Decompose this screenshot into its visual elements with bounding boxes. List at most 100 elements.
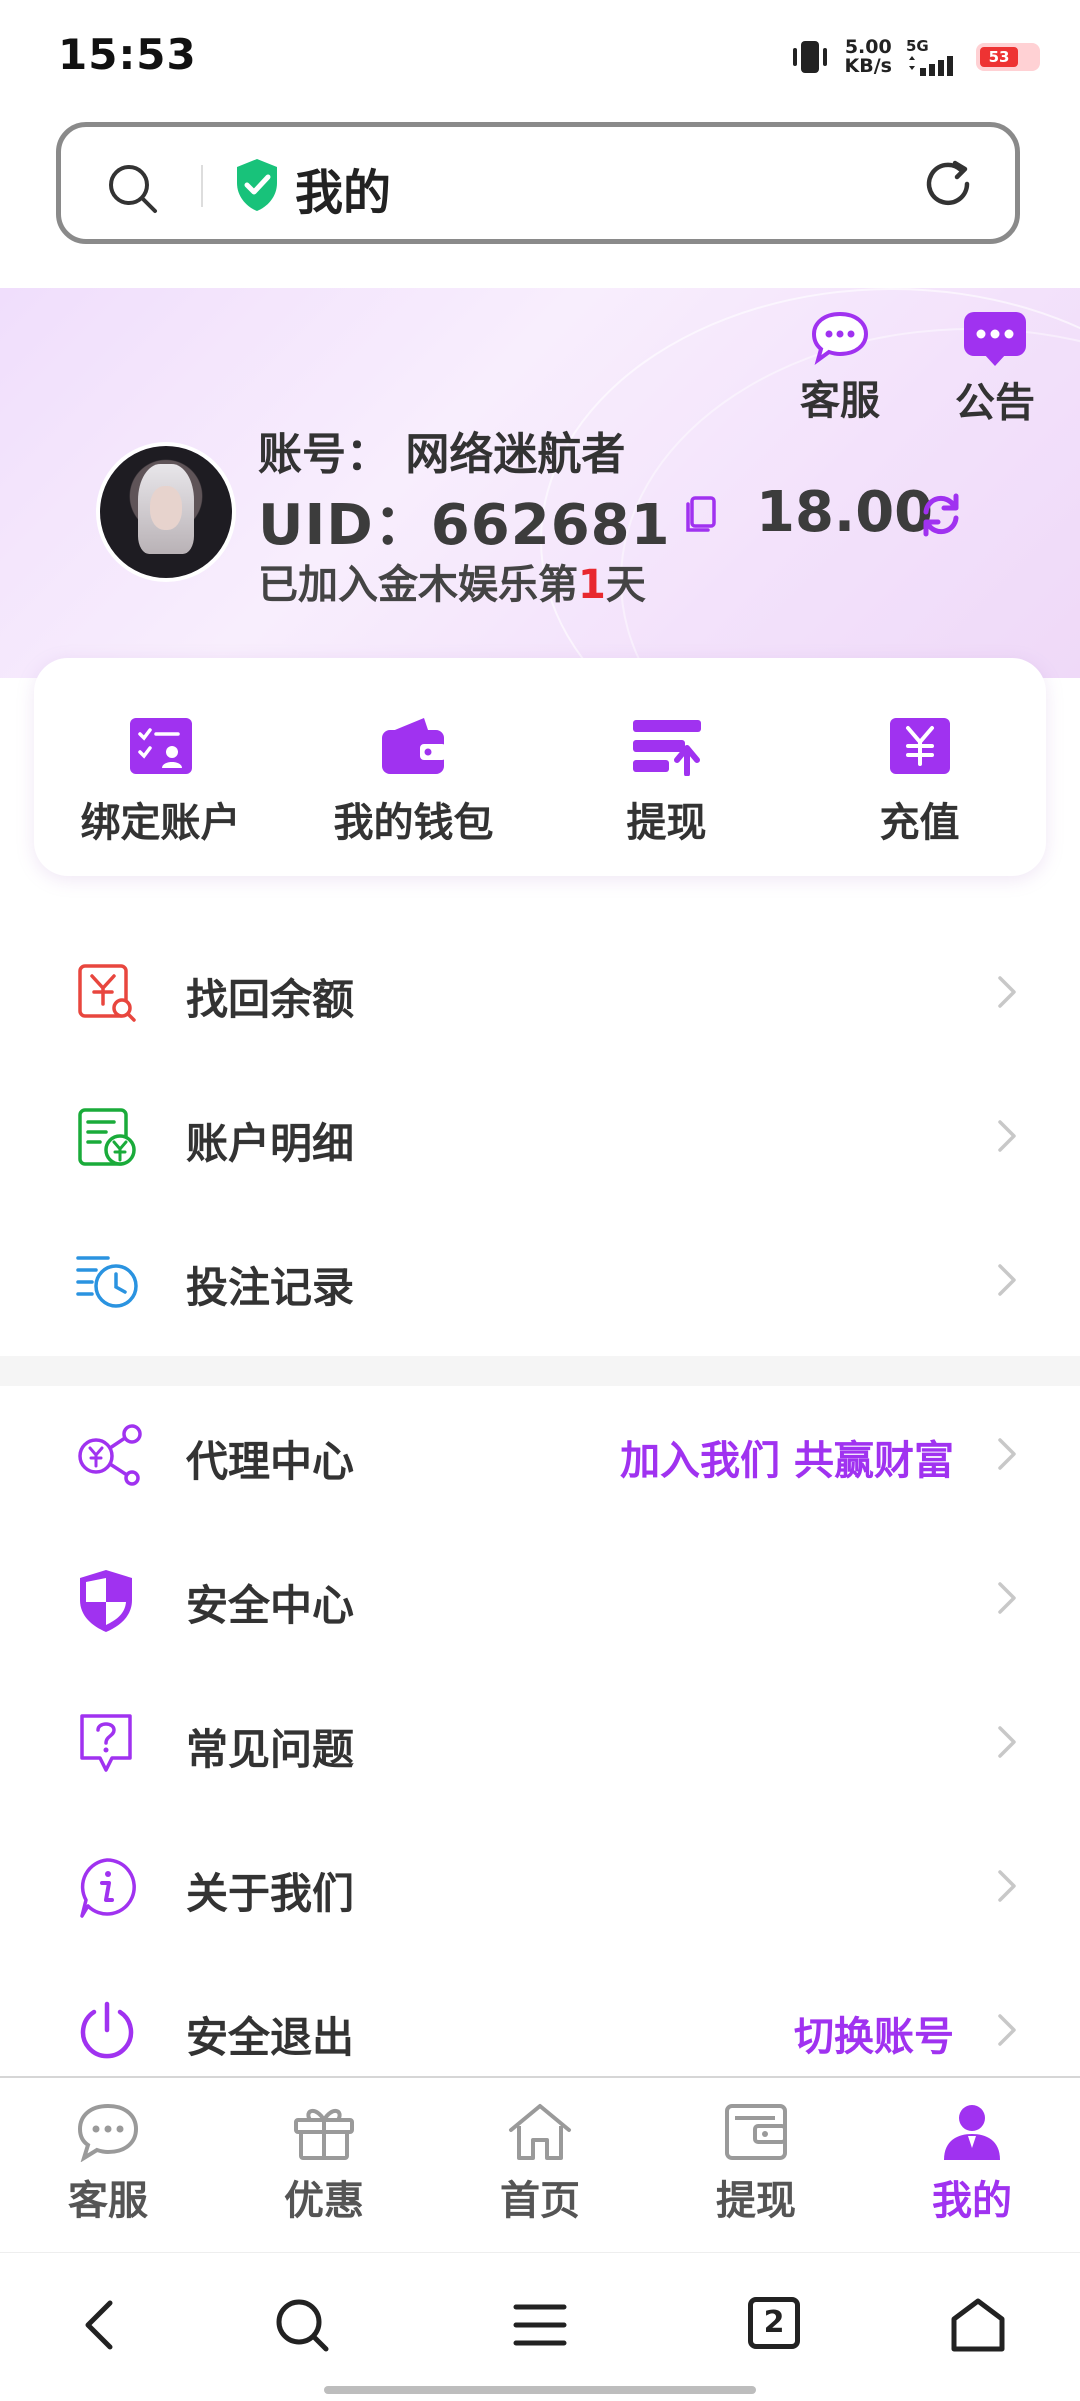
menu-item-about-us[interactable]: 关于我们 (0, 1816, 1080, 1960)
menu-item-agent-center[interactable]: 代理中心 加入我们 共赢财富 (0, 1384, 1080, 1528)
menu-label: 常见问题 (186, 1725, 355, 1774)
avatar-face (150, 486, 182, 530)
chevron-right-icon (998, 976, 1016, 1008)
uid-line: UID：662681 (258, 480, 671, 561)
chevron-right-icon (998, 1264, 1016, 1296)
menu-label: 安全中心 (186, 1581, 355, 1630)
menu-label: 投注记录 (186, 1263, 355, 1312)
vibrate-icon (792, 41, 827, 73)
agent-center-icon (78, 1424, 142, 1486)
uid-label: UID： (258, 493, 431, 558)
tab-mine[interactable]: 我的 (864, 2078, 1080, 2254)
chevron-right-icon (998, 2014, 1016, 2046)
quick-actions-card: 绑定账户 我的钱包 提现 充值 (34, 658, 1046, 876)
signal-indicator: 5G (906, 38, 962, 76)
recharge-button[interactable]: 充值 (793, 658, 1046, 876)
browser-address-bar[interactable]: 我的 (56, 122, 1020, 244)
recover-balance-icon (78, 964, 136, 1022)
faq-icon (80, 1714, 132, 1772)
copy-icon[interactable] (682, 494, 718, 534)
announcement-label: 公告 (955, 380, 1035, 426)
withdraw-button[interactable]: 提现 (540, 658, 793, 876)
tab-label: 我的 (932, 2178, 1012, 2224)
quick-label: 绑定账户 (80, 800, 241, 846)
refresh-balance-icon[interactable] (918, 492, 964, 538)
switch-account-link[interactable]: 切换账号 (794, 2004, 954, 2062)
recharge-icon (889, 718, 950, 774)
tab-customer-service[interactable]: 客服 (0, 2078, 216, 2254)
announcement-icon (964, 312, 1026, 366)
home-icon (509, 2104, 571, 2160)
menu-item-security-center[interactable]: 安全中心 (0, 1528, 1080, 1672)
menu-item-account-details[interactable]: 账户明细 (0, 1066, 1080, 1210)
menu-item-recover-balance[interactable]: 找回余额 (0, 922, 1080, 1066)
secure-shield-icon (237, 159, 277, 211)
menu-item-bet-history[interactable]: 投注记录 (0, 1210, 1080, 1354)
tab-withdraw[interactable]: 提现 (648, 2078, 864, 2254)
status-indicators: 5.00 KB/s 5G 53 (789, 34, 1040, 80)
joined-days-count: 1 (578, 562, 606, 608)
menu-item-faq[interactable]: 常见问题 (0, 1672, 1080, 1816)
customer-service-button[interactable]: 客服 (800, 310, 880, 426)
announcement-button[interactable]: 公告 (955, 310, 1035, 428)
browser-home-icon[interactable] (950, 2297, 1006, 2353)
wallet-button[interactable]: 我的钱包 (287, 658, 540, 876)
balance-value: 18.00 (756, 480, 934, 545)
net-speed: 5.00 KB/s (844, 36, 892, 77)
account-details-icon (78, 1108, 136, 1166)
menu-label: 代理中心 (186, 1437, 355, 1486)
avatar[interactable] (100, 446, 232, 578)
chevron-right-icon (998, 1438, 1016, 1470)
menu-label: 找回余额 (186, 975, 355, 1024)
status-bar: 15:53 5.00 KB/s 5G 53 (0, 0, 1080, 110)
chat-bubble-icon (811, 311, 869, 365)
power-icon (80, 2001, 134, 2059)
menu-label: 安全退出 (186, 2013, 355, 2062)
section-divider (0, 1356, 1080, 1386)
menu-icon[interactable] (512, 2297, 568, 2353)
tab-label: 客服 (68, 2178, 148, 2224)
joined-days-text: 已加入金木娱乐第1天 (258, 562, 646, 608)
tab-label: 提现 (716, 2178, 796, 2224)
battery-icon: 53 (976, 43, 1040, 71)
customer-service-label: 客服 (800, 378, 880, 424)
search-icon[interactable] (274, 2297, 330, 2353)
shield-icon (80, 1570, 132, 1632)
quick-label: 充值 (879, 800, 960, 846)
withdraw-icon (632, 720, 701, 776)
search-icon[interactable] (107, 163, 159, 215)
tab-label: 优惠 (284, 2178, 364, 2224)
account-line: 账号： 网络迷航者 (258, 418, 625, 482)
wallet-icon (725, 2104, 787, 2160)
back-icon[interactable] (80, 2297, 120, 2353)
tabs-button[interactable]: 2 (748, 2297, 800, 2349)
chat-icon (77, 2103, 139, 2162)
quick-label: 我的钱包 (333, 800, 494, 846)
chevron-right-icon (998, 1726, 1016, 1758)
network-type: 5G (906, 37, 929, 55)
account-name: 网络迷航者 (405, 429, 626, 480)
menu-label: 账户明细 (186, 1119, 355, 1168)
bind-account-icon (129, 718, 192, 774)
wallet-icon (381, 718, 446, 774)
account-label: 账号： (258, 429, 390, 480)
home-indicator (324, 2386, 756, 2394)
signal-icon (909, 56, 953, 76)
chevron-right-icon (998, 1120, 1016, 1152)
quick-label: 提现 (626, 800, 707, 846)
bottom-tab-bar: 客服 优惠 首页 提现 我的 (0, 2076, 1080, 2254)
bind-account-button[interactable]: 绑定账户 (34, 658, 287, 876)
divider (201, 165, 203, 207)
page-title: 我的 (295, 165, 392, 221)
tab-promotions[interactable]: 优惠 (216, 2078, 432, 2254)
reload-icon[interactable] (921, 157, 975, 211)
browser-navigation-bar: 2 (0, 2252, 1080, 2401)
menu-label: 关于我们 (186, 1869, 355, 1918)
chevron-right-icon (998, 1870, 1016, 1902)
chevron-right-icon (998, 1582, 1016, 1614)
user-icon (944, 2105, 1000, 2160)
tab-home[interactable]: 首页 (432, 2078, 648, 2254)
tab-label: 首页 (500, 2178, 580, 2224)
gift-icon (294, 2109, 354, 2160)
bet-history-icon (76, 1256, 138, 1308)
